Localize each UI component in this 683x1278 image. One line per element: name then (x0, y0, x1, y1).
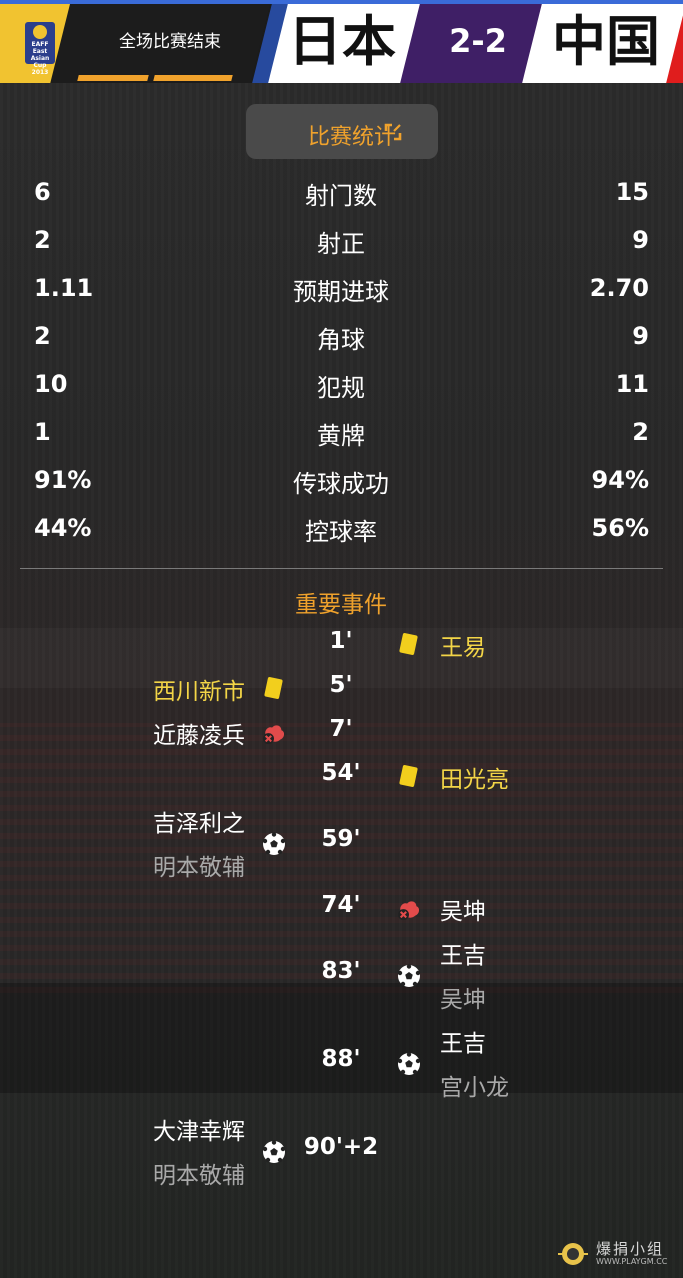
event-player[interactable]: 田光亮 (440, 760, 509, 794)
watermark-url: WWW.PLAYGM.CC (596, 1257, 668, 1266)
stat-label: 预期进球 (293, 278, 389, 306)
watermark-text: 爆捐小组 (596, 1240, 665, 1258)
event-player[interactable]: 吴坤 (440, 892, 486, 926)
goal-ball-icon (397, 964, 421, 987)
event-player[interactable]: 近藤凌兵 (153, 716, 245, 750)
event-minute: 83' (321, 958, 361, 984)
away-team-name: 中国 (552, 10, 660, 73)
stat-row-yellow-cards: 1 黄牌 2 (0, 414, 683, 454)
expand-icon (384, 123, 402, 141)
goal-ball-icon (397, 1052, 421, 1075)
stat-away-value: 11 (615, 370, 649, 398)
yellow-card-icon (397, 764, 421, 788)
stat-home-value: 44% (34, 514, 92, 542)
stat-row-corners: 2 角球 9 (0, 318, 683, 358)
match-stats-label: 比赛统计 (307, 125, 396, 150)
event-minute: 90'+2 (303, 1134, 379, 1160)
stat-away-value: 94% (591, 466, 649, 494)
yellow-card-icon (397, 632, 421, 656)
stat-home-value: 91% (34, 466, 92, 494)
event-minute: 59' (321, 826, 361, 852)
event-minute: 5' (329, 672, 353, 698)
event-assist[interactable]: 宫小龙 (440, 1068, 509, 1102)
yellow-card-icon (262, 676, 286, 700)
match-status: 全场比赛结束 (119, 32, 221, 52)
event-scorer[interactable]: 王吉 (440, 1024, 486, 1058)
event-minute: 1' (329, 628, 353, 654)
stat-away-value: 9 (632, 322, 649, 350)
event-assist[interactable]: 吴坤 (440, 980, 486, 1014)
home-team-name: 日本 (288, 10, 396, 73)
stat-away-value: 9 (632, 226, 649, 254)
logo-text: EAFF East Asian Cup 2013 (30, 41, 50, 76)
event-assist[interactable]: 明本敬辅 (153, 848, 245, 882)
event-player[interactable]: 王易 (440, 628, 486, 662)
stat-away-value: 15 (615, 178, 649, 206)
match-stats-button[interactable]: 比赛统计 (246, 104, 438, 159)
stat-label: 射门数 (305, 182, 377, 210)
match-header: EAFF East Asian Cup 2013 全场比赛结束 日本 2-2 中… (0, 0, 683, 83)
stat-away-value: 2.70 (589, 274, 649, 302)
match-score: 2-2 (449, 22, 507, 60)
stat-row-xg: 1.11 预期进球 2.70 (0, 270, 683, 310)
stat-label: 控球率 (305, 518, 377, 546)
stat-label: 传球成功 (293, 470, 389, 498)
stat-label: 角球 (317, 326, 365, 354)
stat-home-value: 1.11 (34, 274, 94, 302)
event-minute: 7' (329, 716, 353, 742)
injury-icon (397, 901, 420, 921)
event-assist[interactable]: 明本敬辅 (153, 1156, 245, 1190)
stat-row-pass-accuracy: 91% 传球成功 94% (0, 462, 683, 502)
goal-ball-icon (262, 1140, 286, 1163)
event-scorer[interactable]: 吉泽利之 (153, 804, 245, 838)
stat-label: 射正 (317, 230, 365, 258)
stat-home-value: 6 (34, 178, 51, 206)
stat-away-value: 2 (632, 418, 649, 446)
ad-board-lower (0, 983, 683, 1093)
stat-away-value: 56% (591, 514, 649, 542)
event-minute: 88' (321, 1046, 361, 1072)
stat-row-fouls: 10 犯规 11 (0, 366, 683, 406)
competition-logo: EAFF East Asian Cup 2013 (25, 22, 55, 76)
goal-ball-icon (262, 832, 286, 855)
watermark-logo-icon (558, 1243, 588, 1265)
event-minute: 74' (321, 892, 361, 918)
stat-home-value: 2 (34, 322, 51, 350)
stat-label: 犯规 (317, 374, 365, 402)
status-bar-right (153, 75, 233, 81)
stat-label: 黄牌 (317, 422, 365, 450)
watermark: 爆捐小组 WWW.PLAYGM.CC (556, 1236, 681, 1272)
stat-row-shots: 6 射门数 15 (0, 174, 683, 214)
event-minute: 54' (321, 760, 361, 786)
events-title: 重要事件 (295, 592, 387, 618)
event-scorer[interactable]: 大津幸辉 (153, 1112, 245, 1146)
stat-home-value: 2 (34, 226, 51, 254)
status-bar-left (77, 75, 149, 81)
event-scorer[interactable]: 王吉 (440, 936, 486, 970)
stat-row-possession: 44% 控球率 56% (0, 510, 683, 550)
stat-row-shots-on-target: 2 射正 9 (0, 222, 683, 262)
event-player[interactable]: 西川新市 (153, 672, 245, 706)
section-divider (20, 568, 663, 569)
logo-ball-icon (33, 25, 47, 39)
stat-home-value: 1 (34, 418, 51, 446)
stat-home-value: 10 (34, 370, 68, 398)
injury-icon (262, 725, 285, 745)
